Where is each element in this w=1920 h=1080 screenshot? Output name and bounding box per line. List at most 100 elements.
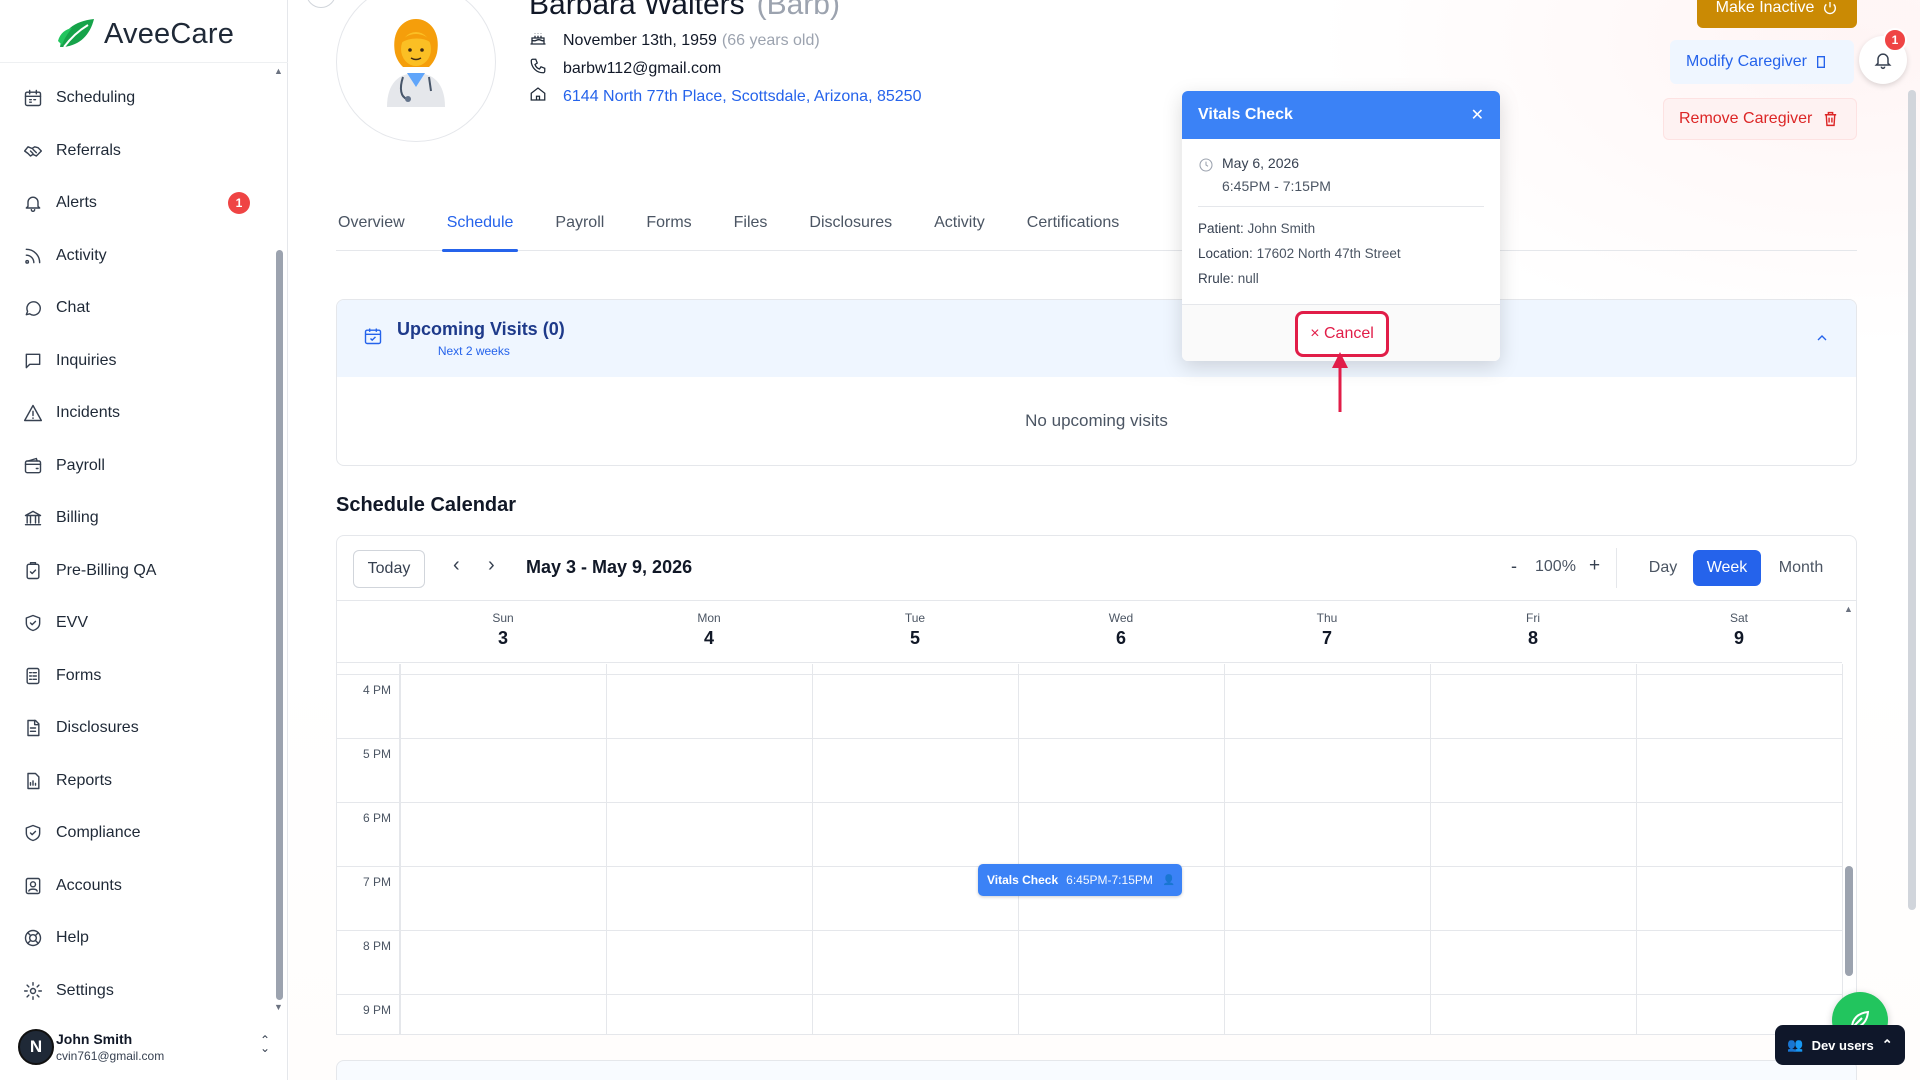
divider	[1616, 548, 1617, 588]
day-name: Mon	[697, 611, 721, 625]
month-view-button[interactable]: Month	[1765, 550, 1837, 586]
calendar-scrollbar[interactable]	[1845, 866, 1853, 976]
day-date: 8	[1527, 628, 1538, 648]
week-view-button[interactable]: Week	[1693, 550, 1761, 586]
day-view-button[interactable]: Day	[1635, 550, 1691, 586]
sidebar-item-referrals[interactable]: Referrals	[0, 125, 272, 178]
sidebar-item-pre-billing-qa[interactable]: Pre-Billing QA	[0, 545, 272, 598]
tab-disclosures[interactable]: Disclosures	[807, 206, 894, 251]
tab-activity[interactable]: Activity	[932, 206, 987, 251]
sidebar-scrollbar[interactable]	[276, 250, 283, 1000]
page-scrollbar[interactable]	[1908, 90, 1916, 910]
day-date: 4	[703, 628, 714, 648]
close-icon[interactable]: ✕	[1471, 105, 1484, 125]
empty-state-text: No upcoming visits	[1025, 411, 1168, 430]
tab-files[interactable]: Files	[732, 206, 770, 251]
lifebuoy-icon	[22, 927, 44, 949]
trash-icon	[1825, 111, 1837, 127]
scroll-down-arrow[interactable]: ▼	[274, 1002, 283, 1012]
day-name: Fri	[1526, 611, 1540, 625]
home-icon	[529, 85, 551, 108]
chevron-up-icon[interactable]	[1814, 330, 1830, 351]
tab-payroll[interactable]: Payroll	[553, 206, 606, 251]
column-divider	[1018, 664, 1019, 1034]
sidebar-item-disclosures[interactable]: Disclosures	[0, 702, 272, 755]
sidebar-item-help[interactable]: Help	[0, 912, 272, 965]
popup-date-row: May 6, 2026	[1198, 155, 1484, 176]
event-date: May 6, 2026	[1222, 155, 1300, 171]
modify-caregiver-button[interactable]: Modify Caregiver	[1670, 40, 1854, 84]
rrule-detail: Rrule: null	[1198, 271, 1484, 286]
sidebar-item-scheduling[interactable]: Scheduling	[0, 72, 272, 125]
user-email: cvin761@gmail.com	[56, 1049, 165, 1063]
sidebar-item-reports[interactable]: Reports	[0, 755, 272, 808]
sidebar-item-forms[interactable]: Forms	[0, 650, 272, 703]
day-date: 7	[1321, 628, 1332, 648]
email: barbw112@gmail.com	[563, 59, 722, 77]
scroll-up-arrow[interactable]: ▲	[274, 66, 283, 76]
sidebar-item-label: Alerts	[56, 194, 97, 212]
scroll-up-arrow[interactable]: ▲	[1844, 604, 1853, 614]
address-row: 6144 North 77th Place, Scottsdale, Arizo…	[529, 85, 921, 108]
sidebar-item-chat[interactable]: Chat	[0, 282, 272, 335]
make-inactive-button[interactable]: Make Inactive	[1697, 0, 1857, 28]
day-header-fri: Fri 8	[1430, 611, 1636, 649]
chevron-right-icon[interactable]: ›	[488, 554, 495, 577]
divider	[1198, 206, 1484, 207]
alerts-count-badge: 1	[228, 192, 250, 215]
calendar-check-icon	[363, 326, 383, 351]
sidebar-item-label: Payroll	[56, 456, 105, 474]
wallet-icon	[22, 455, 44, 477]
sidebar-item-payroll[interactable]: Payroll	[0, 440, 272, 493]
calendar-event[interactable]: Vitals Check 6:45PM-7:15PM 👤	[978, 864, 1182, 896]
day-header-thu: Thu 7	[1224, 611, 1430, 649]
today-button[interactable]: Today	[353, 550, 425, 588]
bank-icon	[22, 507, 44, 529]
sidebar-item-label: Incidents	[56, 404, 121, 422]
rrule-label: Rrule:	[1198, 271, 1235, 286]
day-header-wed: Wed 6	[1018, 611, 1224, 649]
zoom-out-button[interactable]: -	[1511, 556, 1517, 577]
location-value: 17602 North 47th Street	[1256, 246, 1401, 261]
sidebar-item-accounts[interactable]: Accounts	[0, 860, 272, 913]
sidebar-item-compliance[interactable]: Compliance	[0, 807, 272, 860]
sidebar-item-evv[interactable]: EVV	[0, 597, 272, 650]
bell-icon	[1874, 53, 1892, 70]
time-gutter	[337, 664, 400, 1034]
sidebar-item-inquiries[interactable]: Inquiries	[0, 335, 272, 388]
sidebar-item-billing[interactable]: Billing	[0, 492, 272, 545]
shield-check-icon	[22, 822, 44, 844]
upcoming-visits-header[interactable]: Upcoming Visits (0) Next 2 weeks	[337, 300, 1856, 377]
sidebar-item-label: Settings	[56, 981, 114, 999]
sidebar-item-label: Forms	[56, 666, 102, 684]
remove-caregiver-button[interactable]: Remove Caregiver	[1663, 98, 1857, 140]
tab-schedule[interactable]: Schedule	[441, 206, 519, 252]
sidebar-item-alerts[interactable]: Alerts 1	[0, 177, 272, 230]
sidebar-item-incidents[interactable]: Incidents	[0, 387, 272, 440]
hour-label: 9 PM	[363, 1003, 392, 1017]
message-square-icon	[22, 350, 44, 372]
hour-row: 9 PM	[337, 994, 1842, 1017]
sidebar-item-label: Activity	[56, 246, 107, 264]
dev-users-button[interactable]: 👥 Dev users ⌃	[1775, 1025, 1905, 1065]
chevron-left-icon[interactable]: ‹	[453, 554, 460, 577]
app-logo[interactable]: AveeCare	[56, 14, 234, 54]
full-name: Barbara Walters	[529, 0, 745, 21]
back-button[interactable]	[306, 0, 336, 8]
day-name: Thu	[1316, 611, 1338, 625]
hour-label: 4 PM	[363, 683, 392, 697]
tab-overview[interactable]: Overview	[336, 206, 407, 251]
zoom-in-button[interactable]: +	[1589, 555, 1600, 577]
user-menu[interactable]: N John Smith cvin761@gmail.com ⌃ ⌄	[18, 1024, 278, 1070]
hour-label: 5 PM	[363, 747, 392, 761]
sidebar-item-label: Chat	[56, 299, 90, 317]
column-divider	[606, 664, 607, 1034]
person-icon: 👤	[1162, 874, 1176, 886]
address-link[interactable]: 6144 North 77th Place, Scottsdale, Arizo…	[563, 88, 921, 106]
sidebar-item-activity[interactable]: Activity	[0, 230, 272, 283]
tab-certifications[interactable]: Certifications	[1025, 206, 1121, 251]
calendar-icon	[22, 87, 44, 109]
calendar-grid[interactable]: 4 PM 5 PM 6 PM 7 PM 8 PM 9 PM	[337, 664, 1843, 1034]
tab-forms[interactable]: Forms	[644, 206, 693, 251]
sidebar-item-settings[interactable]: Settings	[0, 965, 272, 1018]
